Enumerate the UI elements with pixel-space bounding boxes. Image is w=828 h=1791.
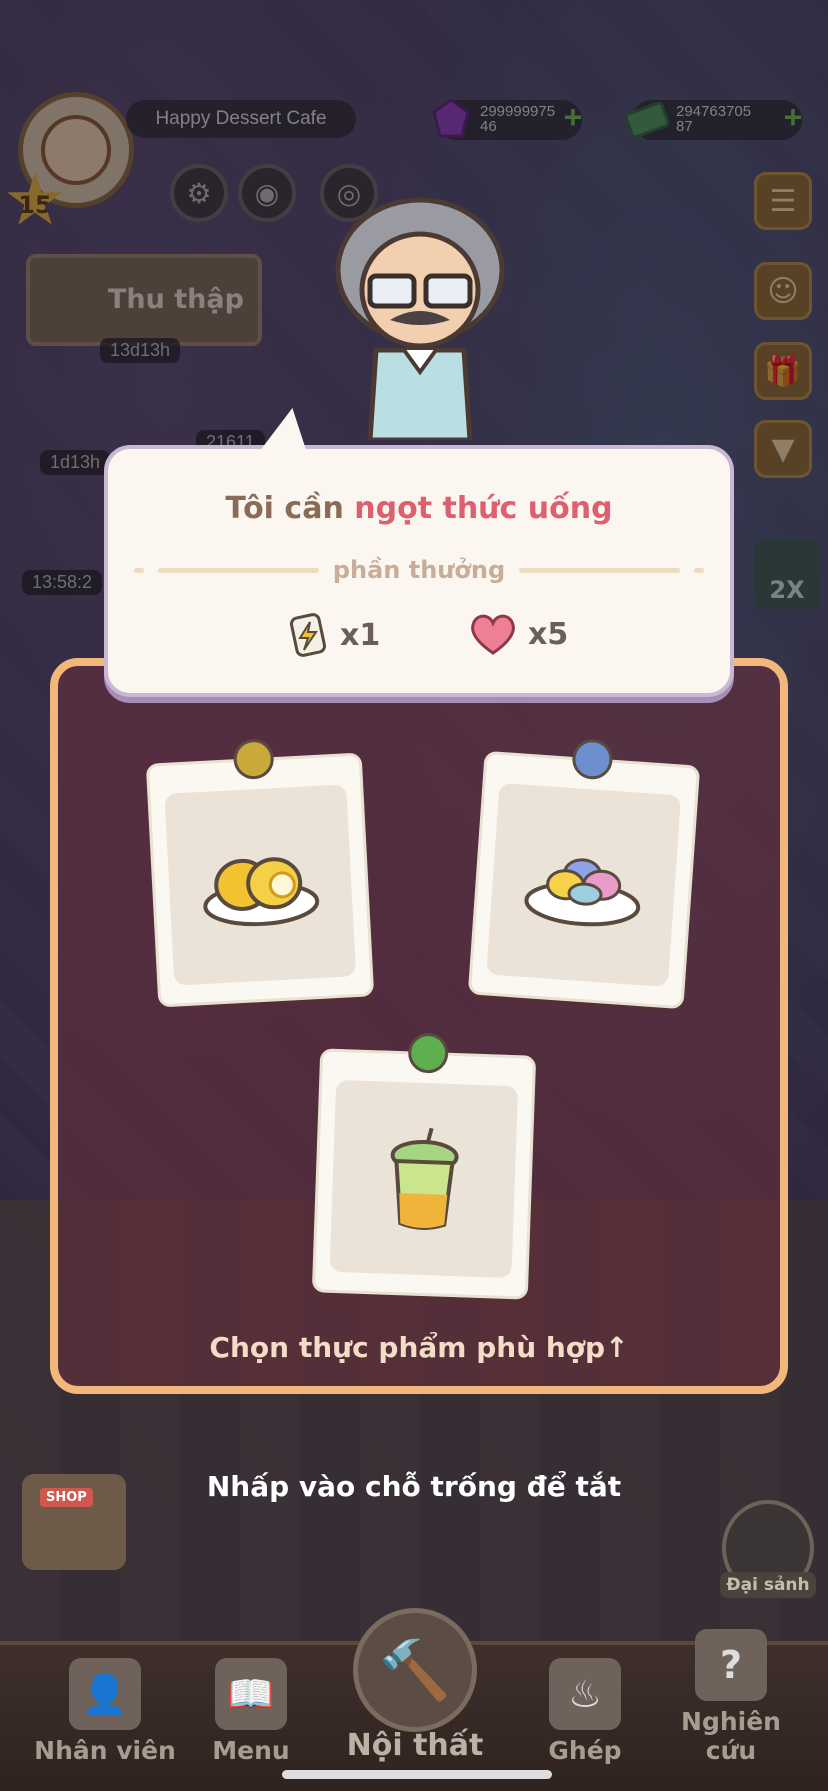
nav-menu[interactable]: 📖 Menu	[176, 1658, 326, 1765]
nav-research-label: Nghiên cứu	[681, 1707, 781, 1765]
menu-book-icon: 📖	[215, 1658, 287, 1730]
nav-furniture[interactable]: 🔨 Nội thất	[340, 1608, 490, 1763]
hall-label: Đại sảnh	[720, 1572, 816, 1598]
request-speech-bubble: Tôi cần ngọt thức uống phần thưởng x1 x5	[104, 445, 734, 697]
food-selection-panel: Chọn thực phẩm phù hợp↑	[50, 658, 788, 1394]
matcha-drink-icon	[390, 1127, 459, 1230]
request-prefix: Tôi cần	[225, 491, 344, 526]
tap-to-close-hint: Nhấp vào chỗ trống để tắt	[206, 1470, 622, 1503]
hall-button[interactable]: Đại sảnh	[720, 1500, 816, 1598]
nav-staff-label: Nhân viên	[34, 1736, 176, 1765]
pin-icon	[571, 737, 614, 781]
food-card-inner	[164, 784, 357, 986]
arrow-up-icon: ↑	[605, 1331, 629, 1364]
panel-hint-text: Chọn thực phẩm phù hợp	[209, 1331, 606, 1364]
pin-icon	[407, 1032, 449, 1074]
home-indicator[interactable]	[282, 1770, 552, 1779]
food-card-macarons[interactable]	[467, 737, 701, 1010]
nav-staff[interactable]: 👤 Nhân viên	[30, 1658, 180, 1765]
mixing-bowl-icon: ?	[695, 1629, 767, 1701]
pin-icon	[232, 738, 275, 781]
staff-badge-icon: 👤	[69, 1658, 141, 1730]
nav-menu-label: Menu	[212, 1736, 290, 1765]
nav-research[interactable]: ? Nghiên cứu	[656, 1629, 806, 1765]
nav-furniture-label: Nội thất	[346, 1728, 484, 1763]
hammer-wrench-icon: 🔨	[353, 1608, 477, 1732]
heart-icon	[471, 614, 515, 655]
swiss-roll-icon	[203, 857, 320, 927]
reward-heart: x5	[468, 612, 568, 656]
request-title: Tôi cần ngọt thức uống	[108, 491, 730, 526]
customer-character	[335, 197, 505, 440]
food-card-inner	[329, 1079, 519, 1279]
request-highlight: ngọt thức uống	[354, 491, 613, 526]
nav-merge-label: Ghép	[548, 1736, 622, 1765]
reward-heading: phần thưởng	[332, 556, 506, 584]
macarons-icon	[524, 858, 641, 927]
food-card-swiss-roll[interactable]	[145, 738, 375, 1008]
food-card-inner	[486, 782, 682, 988]
food-card-matcha-drink[interactable]	[311, 1032, 537, 1300]
chef-hat-icon: ♨	[549, 1658, 621, 1730]
reward-heart-amount: x5	[528, 616, 569, 652]
reward-energy-amount: x1	[340, 617, 381, 653]
reward-divider: phần thưởng	[134, 555, 704, 585]
panel-hint: Chọn thực phẩm phù hợp↑	[58, 1331, 780, 1364]
reward-energy: x1	[286, 612, 380, 658]
nav-merge[interactable]: ♨ Ghép	[510, 1658, 660, 1765]
energy-drink-icon	[289, 613, 327, 657]
